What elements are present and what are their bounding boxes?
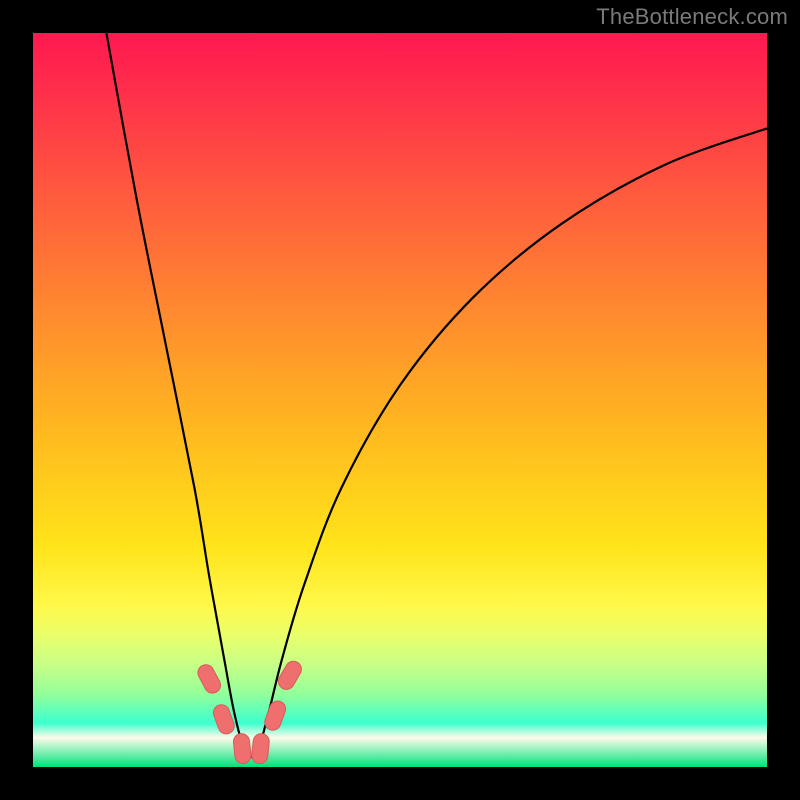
curve-marker xyxy=(195,662,223,696)
curve-marker xyxy=(263,699,288,733)
bottleneck-curve-path xyxy=(106,33,767,757)
curve-marker xyxy=(233,733,252,765)
curve-markers xyxy=(195,658,304,764)
bottleneck-curve-svg xyxy=(33,33,767,767)
curve-marker xyxy=(251,733,270,765)
plot-area xyxy=(33,33,767,767)
chart-frame: TheBottleneck.com xyxy=(0,0,800,800)
watermark-text: TheBottleneck.com xyxy=(596,4,788,30)
